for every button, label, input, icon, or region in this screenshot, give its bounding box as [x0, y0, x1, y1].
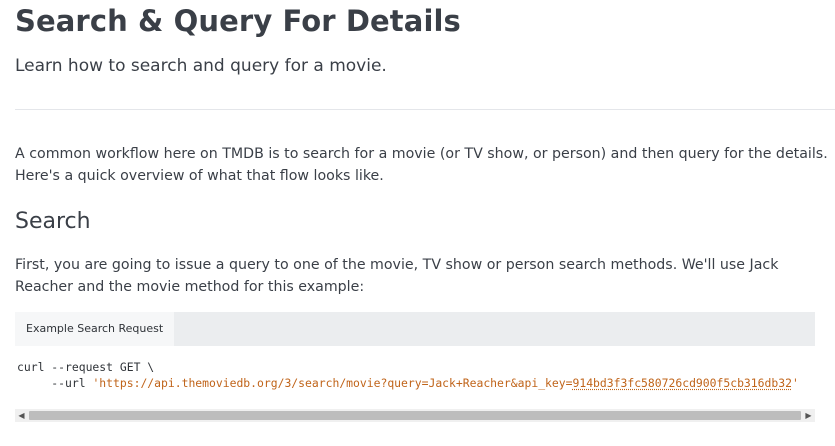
- page-subtitle: Learn how to search and query for a movi…: [15, 56, 387, 76]
- horizontal-scrollbar[interactable]: ◀ ▶: [15, 409, 815, 422]
- search-description-text: First, you are going to issue a query to…: [15, 257, 779, 295]
- code-line-1: curl --request GET \: [17, 360, 155, 374]
- code-api-key: 914bd3f3fc580726cd900f5cb316db32: [572, 376, 792, 390]
- code-tab-bar: Example Search Request: [15, 312, 815, 346]
- code-example: Example Search Request curl --request GE…: [15, 312, 815, 424]
- intro-line-2: Here's a quick overview of what that flo…: [15, 168, 384, 184]
- code-url-open: 'https://api.themoviedb.org/3/search/mov…: [92, 376, 573, 390]
- scroll-right-arrow-icon[interactable]: ▶: [802, 409, 815, 422]
- code-body[interactable]: curl --request GET \ --url 'https://api.…: [15, 346, 815, 410]
- scrollbar-thumb[interactable]: [29, 411, 801, 420]
- code-url-close: ': [791, 376, 799, 390]
- search-heading: Search: [15, 209, 91, 234]
- divider: [15, 109, 835, 110]
- intro-paragraph: A common workflow here on TMDB is to sea…: [15, 143, 828, 187]
- intro-line-1: A common workflow here on TMDB is to sea…: [15, 146, 828, 162]
- code-text: curl --request GET \ --url 'https://api.…: [17, 359, 799, 391]
- scroll-left-arrow-icon[interactable]: ◀: [15, 409, 28, 422]
- code-url-string: 'https://api.themoviedb.org/3/search/mov…: [92, 376, 798, 390]
- code-line-2-prefix: --url: [17, 376, 93, 390]
- tab-example-search-request[interactable]: Example Search Request: [15, 312, 175, 346]
- search-description: First, you are going to issue a query to…: [15, 254, 820, 298]
- page-title: Search & Query For Details: [15, 4, 461, 38]
